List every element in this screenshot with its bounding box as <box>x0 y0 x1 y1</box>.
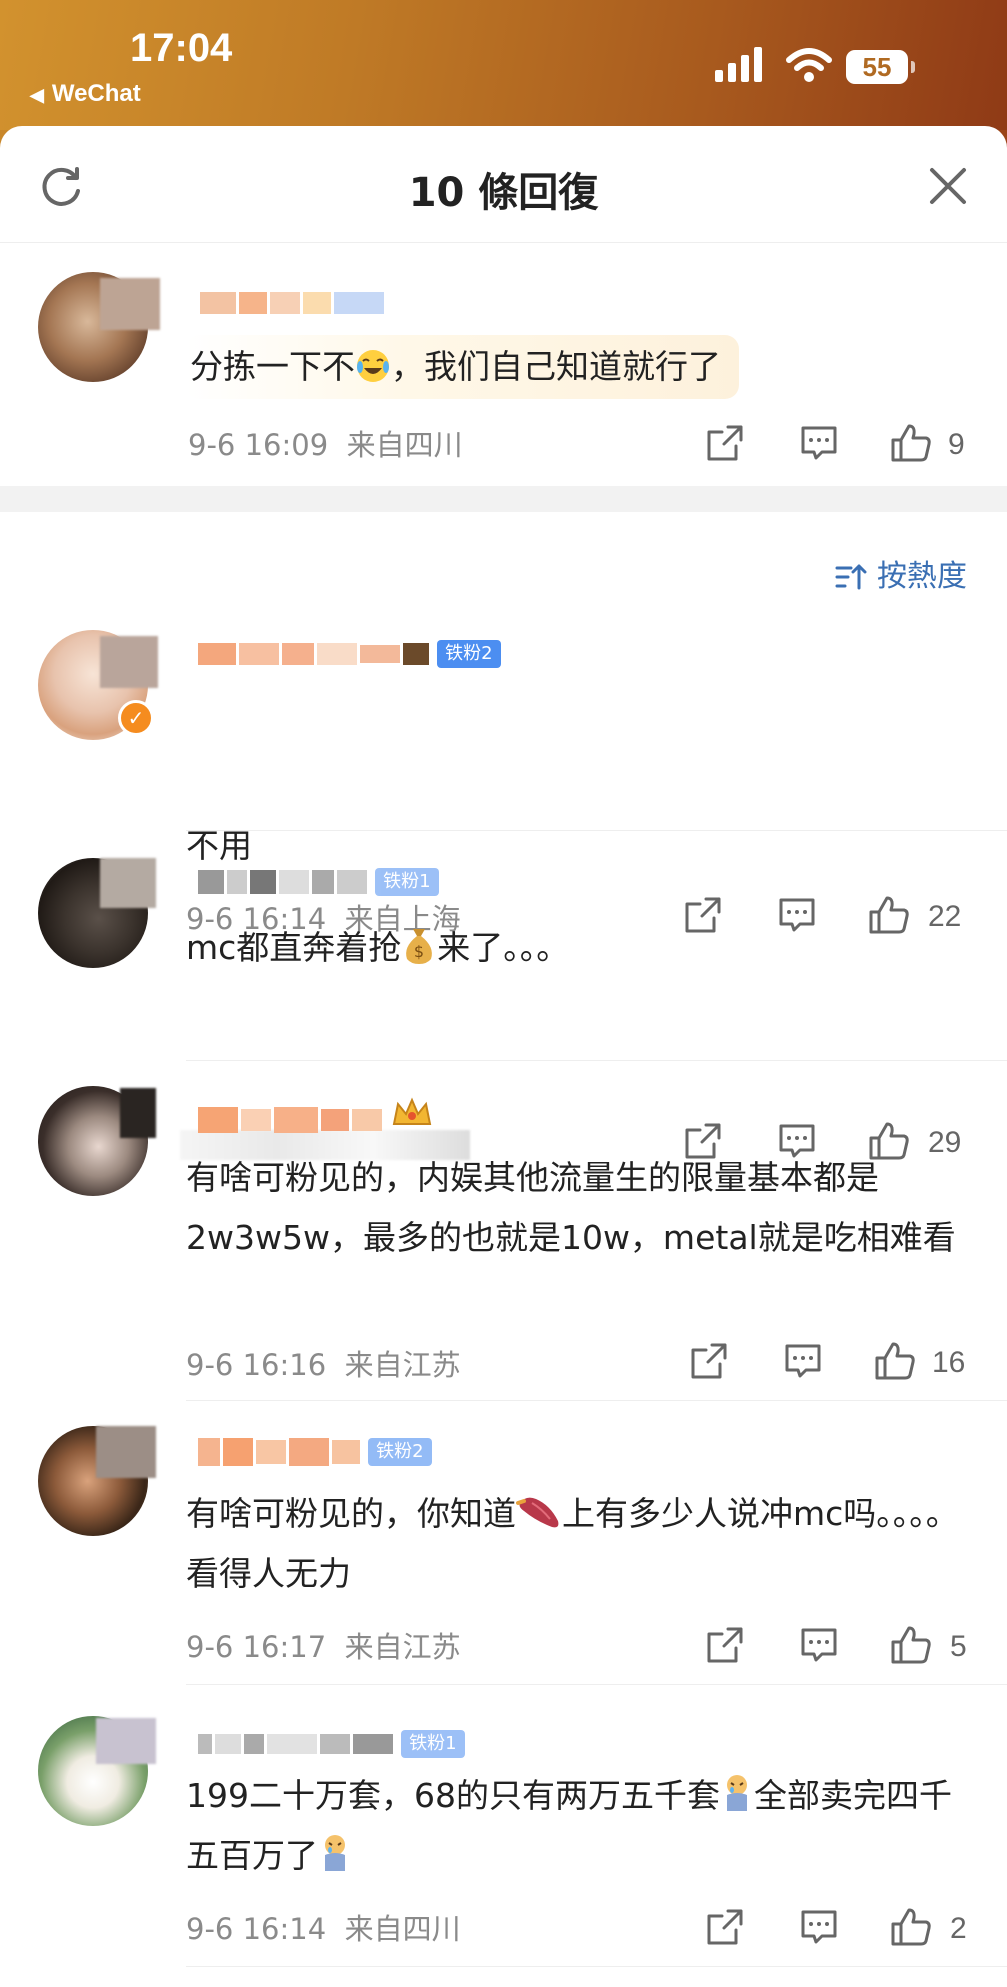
reply-meta: 9-6 16:16 来自江苏 <box>186 1342 461 1384</box>
reply-text: mc都直奔着抢 $ 来了。。。 <box>186 918 569 978</box>
reply-time: 9-6 16:17 <box>186 1630 327 1664</box>
svg-text:$: $ <box>414 942 424 961</box>
like-count: 22 <box>928 900 962 933</box>
reply-time: 9-6 16:16 <box>186 1348 327 1382</box>
comment-text-part: 分拣一下不 <box>190 347 355 386</box>
money-bag-emoji: $ <box>406 929 433 964</box>
like-icon[interactable] <box>868 894 910 936</box>
like-count: 5 <box>950 1630 967 1663</box>
sort-by-heat-button[interactable]: 按熱度 <box>835 551 967 595</box>
reply-time: 9-6 16:14 <box>186 1912 327 1946</box>
username-blurred[interactable]: 铁粉2 <box>198 640 504 670</box>
sheet-title: 10 條回復 <box>408 170 599 216</box>
comment-icon[interactable] <box>800 1626 838 1664</box>
fan-level-badge: 铁粉2 <box>368 1438 432 1466</box>
username-blurred[interactable]: 铁粉1 <box>198 1730 468 1760</box>
fan-level-badge: 铁粉2 <box>437 640 501 668</box>
reply-text-part: mc都直奔着抢 <box>186 928 402 967</box>
status-bar: 17:04 ◀ WeChat 55 <box>0 0 1007 130</box>
crying-emoji <box>726 1775 747 1811</box>
reply-text-part: 来了。。。 <box>437 928 570 967</box>
like-count: 2 <box>950 1912 967 1945</box>
like-icon[interactable] <box>890 1906 932 1948</box>
username-blurred[interactable]: 铁粉2 <box>198 1438 435 1468</box>
reply-text: 有啥可粉见的，内娱其他流量生的限量基本都是2w3w5w，最多的也就是10w，me… <box>186 1158 956 1257</box>
fan-level-badge: 铁粉1 <box>401 1730 465 1758</box>
divider <box>186 1060 1007 1061</box>
back-arrow-icon: ◀ <box>30 85 44 105</box>
laugh-cry-emoji <box>357 350 389 382</box>
comment-icon[interactable] <box>800 1908 838 1946</box>
back-to-wechat-link[interactable]: ◀ WeChat <box>30 80 141 108</box>
username-blurred[interactable] <box>198 1096 434 1133</box>
like-icon[interactable] <box>874 1340 916 1382</box>
share-icon[interactable] <box>706 1908 744 1946</box>
avatar-blur <box>100 278 160 330</box>
reply-text: 不用 <box>186 826 252 865</box>
avatar-blur <box>120 1088 156 1138</box>
back-label: WeChat <box>51 80 141 107</box>
username-blurred[interactable] <box>200 292 387 322</box>
cellular-signal-icon <box>715 47 762 82</box>
like-count: 16 <box>932 1346 966 1379</box>
like-count: 9 <box>948 428 965 461</box>
like-icon[interactable] <box>890 422 932 464</box>
crown-badge-icon <box>392 1097 432 1125</box>
verified-badge-icon: ✓ <box>118 700 154 736</box>
fan-level-badge: 铁粉1 <box>375 868 439 896</box>
reply-text-part: 199二十万套，68的只有两万五千套 <box>186 1776 720 1815</box>
share-icon[interactable] <box>684 896 722 934</box>
reply-meta: 9-6 16:17 来自江苏 <box>186 1624 461 1666</box>
comment-icon[interactable] <box>784 1342 822 1380</box>
sheet-header: 10 條回復 <box>0 126 1007 243</box>
reply-text-part: 有啥可粉见的，你知道 <box>186 1494 516 1533</box>
crying-emoji <box>325 1835 345 1871</box>
share-icon[interactable] <box>706 424 744 462</box>
avatar-blur <box>100 636 158 688</box>
reply-text: 有啥可粉见的，你知道 上有多少人说冲mc吗。。。。看得人无力 <box>186 1484 976 1604</box>
comment-icon[interactable] <box>778 896 816 934</box>
status-time: 17:04 <box>130 26 233 70</box>
comment-text: 分拣一下不 ，我们自己知道就行了 <box>186 335 739 399</box>
share-icon[interactable] <box>690 1342 728 1380</box>
comment-location: 来自四川 <box>346 428 463 462</box>
reply-location: 来自四川 <box>344 1912 461 1946</box>
reply-meta: 9-6 16:14 来自四川 <box>186 1906 461 1948</box>
reply-location: 来自江苏 <box>344 1630 461 1664</box>
reply-text: 199二十万套，68的只有两万五千套 全部卖完四千五百万了 <box>186 1766 976 1886</box>
share-icon[interactable] <box>706 1626 744 1664</box>
avatar-blur <box>96 1426 156 1478</box>
replies-sheet: 10 條回復 分拣一下不 ，我们自己知道就行了 9-6 16:09 来自四川 9 … <box>0 126 1007 1987</box>
battery-indicator: 55 <box>846 50 915 84</box>
comment-time: 9-6 16:09 <box>188 428 329 462</box>
sweet-potato-emoji <box>516 1497 559 1528</box>
avatar-blur <box>96 1718 156 1764</box>
wifi-icon <box>786 48 832 82</box>
divider <box>186 1684 1007 1685</box>
divider <box>186 1400 1007 1401</box>
sort-icon <box>835 564 867 590</box>
sort-label: 按熱度 <box>877 559 967 594</box>
divider <box>186 1966 1007 1967</box>
divider <box>186 830 1007 831</box>
avatar-blur <box>100 858 156 908</box>
close-icon[interactable] <box>928 166 968 206</box>
section-separator <box>0 486 1007 512</box>
comment-icon[interactable] <box>800 424 838 462</box>
like-icon[interactable] <box>890 1624 932 1666</box>
reply-location: 来自江苏 <box>344 1348 461 1382</box>
comment-meta: 9-6 16:09 来自四川 <box>188 422 463 464</box>
comment-text-part: ，我们自己知道就行了 <box>391 347 721 386</box>
username-blurred[interactable]: 铁粉1 <box>198 868 442 898</box>
